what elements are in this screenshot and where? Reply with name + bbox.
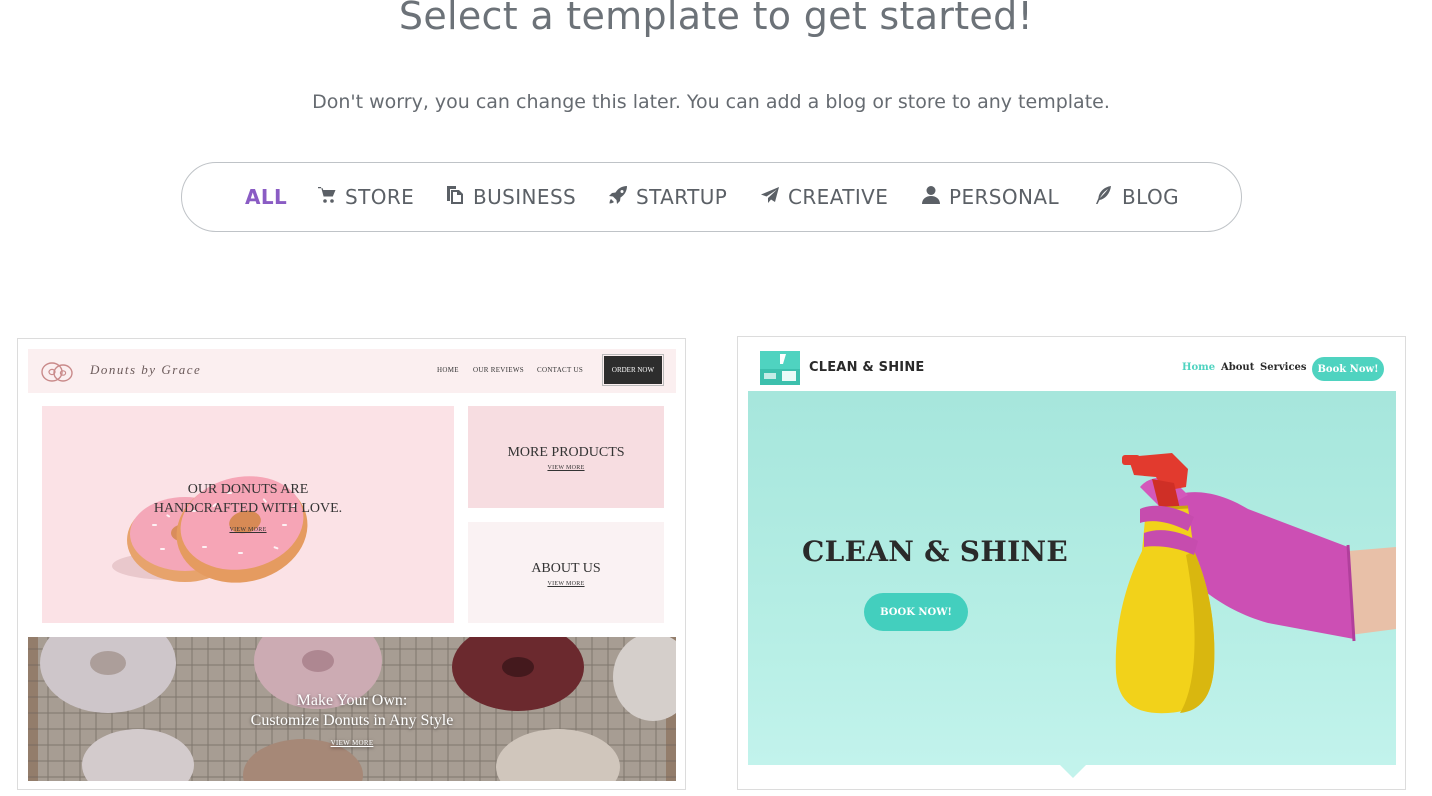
filter-tab-label: STARTUP — [636, 185, 728, 209]
hero-text: OUR DONUTS ARE HANDCRAFTED WITH LOVE. VI… — [42, 480, 454, 540]
filter-tab-all[interactable]: ALL — [245, 163, 287, 231]
panel-view-more-link: VIEW MORE — [547, 465, 585, 471]
template-nav-reviews: OUR REVIEWS — [473, 366, 524, 374]
photo-line-1: Make Your Own: — [296, 692, 408, 709]
donut-tray-photo: Make Your Own: Customize Donuts in Any S… — [28, 637, 676, 781]
template-brand: CLEAN & SHINE — [809, 360, 925, 375]
filter-tab-label: BUSINESS — [473, 185, 577, 209]
filter-tab-label: STORE — [345, 185, 415, 209]
filter-tab-business[interactable]: BUSINESS — [445, 163, 576, 231]
category-filter-bar: ALL STORE BUSINESS STARTUP CREATIVE PERS… — [181, 162, 1242, 232]
template-nav-contact: CONTACT US — [537, 366, 584, 374]
hero-panel: OUR DONUTS ARE HANDCRAFTED WITH LOVE. VI… — [42, 406, 454, 623]
cart-icon — [317, 185, 337, 210]
photo-line-2: Customize Donuts in Any Style — [250, 712, 454, 729]
hero-line-1: OUR DONUTS ARE — [187, 482, 309, 497]
order-now-button: ORDER NOW — [602, 354, 664, 386]
filter-tab-personal[interactable]: PERSONAL — [921, 163, 1059, 231]
filter-tab-label: ALL — [245, 185, 288, 209]
rocket-icon — [608, 185, 628, 210]
page-title: Select a template to get started! — [398, 0, 1034, 38]
template-navbar: Donuts by Grace HOME OUR REVIEWS CONTACT… — [28, 349, 676, 393]
spray-bottle-illustration — [1115, 453, 1396, 714]
user-icon — [921, 185, 941, 210]
hero-view-more-link: VIEW MORE — [229, 527, 267, 533]
template-card-donuts[interactable]: Donuts by Grace HOME OUR REVIEWS CONTACT… — [17, 338, 686, 790]
panel-title: MORE PRODUCTS — [507, 445, 625, 460]
photo-caption: Make Your Own: Customize Donuts in Any S… — [28, 691, 676, 753]
photo-view-more-link: VIEW MORE — [330, 739, 374, 747]
template-card-clean-shine[interactable]: CLEAN & SHINE Home About Services Book N… — [737, 336, 1406, 790]
filter-tab-label: BLOG — [1122, 185, 1179, 209]
book-now-button: Book Now! — [1312, 357, 1384, 381]
copy-icon — [445, 185, 465, 210]
hero-title: CLEAN & SHINE — [802, 535, 1069, 568]
panel-title: ABOUT US — [531, 560, 601, 576]
donut-logo-icon — [41, 362, 73, 382]
panel-view-more-link: VIEW MORE — [547, 580, 585, 587]
hero-book-now-button: BOOK NOW! — [864, 593, 968, 631]
hero-section: CLEAN & SHINE BOOK NOW! — [748, 391, 1396, 765]
template-brand: Donuts by Grace — [90, 362, 202, 377]
filter-tab-label: PERSONAL — [949, 185, 1060, 209]
more-products-panel: MORE PRODUCTS VIEW MORE — [468, 406, 664, 508]
filter-tab-blog[interactable]: BLOG — [1094, 163, 1179, 231]
about-us-panel: ABOUT US VIEW MORE — [468, 522, 664, 623]
template-nav-services: Services — [1260, 362, 1307, 373]
hero-pointer-caret — [1060, 765, 1086, 778]
page-subtitle: Don't worry, you can change this later. … — [312, 91, 1110, 113]
template-navbar: CLEAN & SHINE Home About Services Book N… — [738, 337, 1405, 391]
feather-icon — [1094, 185, 1114, 210]
filter-tab-startup[interactable]: STARTUP — [608, 163, 727, 231]
hero-line-2: HANDCRAFTED WITH LOVE. — [153, 501, 343, 516]
filter-tab-creative[interactable]: CREATIVE — [760, 163, 888, 231]
template-nav-home: Home — [1182, 362, 1216, 373]
template-nav-about: About — [1221, 362, 1255, 373]
filter-tab-store[interactable]: STORE — [317, 163, 414, 231]
template-nav-home: HOME — [437, 366, 459, 374]
filter-tab-label: CREATIVE — [788, 185, 889, 209]
paper-plane-icon — [760, 185, 780, 210]
cleaning-logo-icon — [760, 351, 800, 385]
